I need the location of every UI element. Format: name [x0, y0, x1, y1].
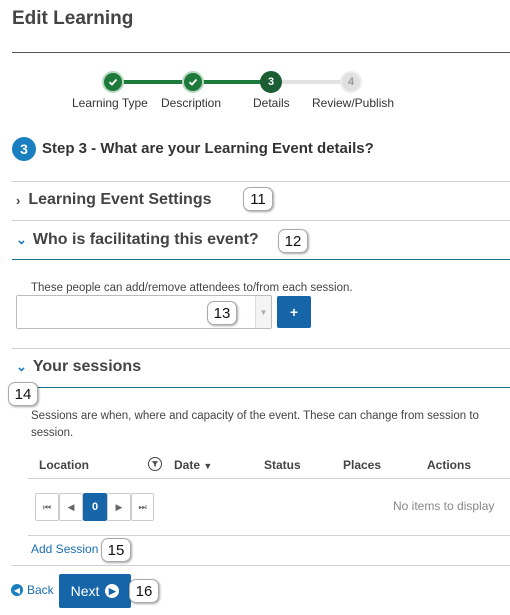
step-4-label: Review/Publish — [312, 96, 395, 110]
step-2-label: Description — [161, 96, 222, 110]
divider — [12, 565, 510, 566]
column-header-date[interactable]: Date ▼ — [174, 458, 212, 472]
page-title: Edit Learning — [12, 8, 134, 29]
pager-last-button[interactable]: ⏭ — [131, 493, 154, 521]
callout-badge: 11 — [243, 187, 273, 211]
step-connector-1-2 — [113, 80, 193, 84]
step-1-indicator[interactable] — [102, 71, 124, 93]
back-label: Back — [27, 583, 54, 597]
section-underline — [12, 259, 510, 260]
chevron-right-icon: › — [16, 192, 21, 208]
table-header-divider — [28, 478, 510, 479]
column-header-date-label: Date — [174, 458, 201, 472]
callout-badge: 12 — [278, 229, 308, 253]
section-title: Learning Event Settings — [28, 191, 212, 208]
divider — [12, 220, 510, 221]
pager-first-button[interactable]: ⏮ — [35, 493, 59, 521]
callout-badge: 13 — [207, 301, 237, 325]
divider — [12, 348, 510, 349]
add-facilitator-button[interactable]: + — [277, 296, 311, 328]
step-4-indicator[interactable]: 4 — [340, 71, 362, 93]
column-header-status[interactable]: Status — [264, 458, 301, 472]
section-header-learning-event-settings[interactable]: › Learning Event Settings — [16, 191, 211, 209]
arrow-left-circle-icon: ◀ — [11, 584, 23, 596]
chevron-down-icon: ⌄ — [16, 232, 27, 247]
section-header-sessions[interactable]: ⌄ Your sessions — [16, 358, 141, 376]
sort-desc-icon: ▼ — [203, 461, 213, 471]
step-number-badge: 3 — [12, 137, 36, 161]
title-divider — [12, 52, 510, 53]
section-underline — [12, 387, 510, 388]
callout-badge: 16 — [129, 579, 159, 603]
section-title: Who is facilitating this event? — [32, 231, 259, 248]
divider — [12, 181, 510, 182]
dropdown-arrow-icon[interactable]: ▼ — [255, 296, 271, 328]
empty-table-message: No items to display — [393, 499, 495, 513]
check-icon — [188, 78, 198, 86]
add-session-link[interactable]: Add Session — [31, 542, 98, 556]
callout-badge: 15 — [101, 538, 131, 562]
chevron-down-icon: ⌄ — [16, 359, 27, 374]
table-footer-divider — [28, 535, 510, 536]
arrow-right-circle-icon: ▶ — [105, 584, 120, 598]
back-link[interactable]: ◀ Back — [11, 583, 54, 597]
next-label: Next — [70, 583, 100, 599]
funnel-icon — [151, 461, 159, 467]
callout-badge: 14 — [8, 382, 38, 406]
step-3-label: Details — [253, 96, 290, 110]
column-header-location[interactable]: Location — [39, 458, 89, 472]
sessions-help-text: Sessions are when, where and capacity of… — [31, 410, 479, 439]
section-title: Your sessions — [32, 358, 142, 375]
step-1-label: Learning Type — [72, 96, 148, 110]
step-2-indicator[interactable] — [182, 71, 204, 93]
next-button[interactable]: Next ▶ — [59, 574, 131, 608]
pager-prev-button[interactable]: ◀ — [59, 493, 83, 521]
step-connector-3-4 — [271, 80, 351, 84]
check-icon — [108, 78, 118, 86]
column-header-places[interactable]: Places — [343, 458, 381, 472]
step-heading: Step 3 - What are your Learning Event de… — [42, 140, 374, 157]
column-header-actions: Actions — [427, 458, 472, 472]
pager-current-page[interactable]: 0 — [83, 493, 107, 521]
section-header-facilitators[interactable]: ⌄ Who is facilitating this event? — [16, 231, 259, 249]
step-3-indicator[interactable]: 3 — [260, 71, 282, 93]
pager-next-button[interactable]: ▶ — [107, 493, 131, 521]
filter-icon[interactable] — [148, 457, 162, 471]
